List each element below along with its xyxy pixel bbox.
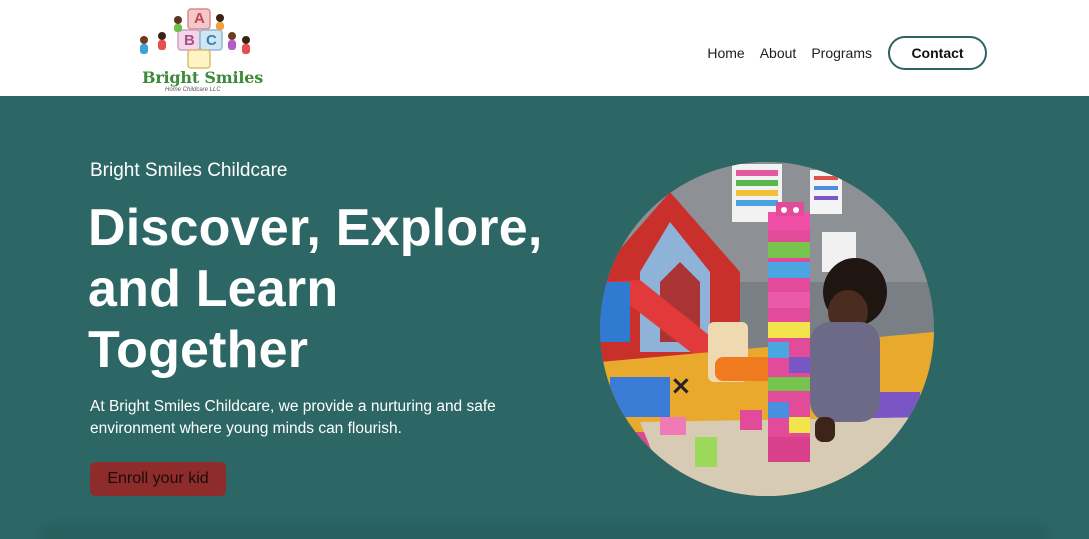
section-shadow — [40, 526, 1050, 539]
svg-text:×: × — [670, 371, 692, 401]
block-letter-b: B — [184, 32, 195, 49]
brand-logo[interactable]: A B C Bright Smiles Home Childcare LLC — [134, 6, 263, 96]
hero-headline: Discover, Explore, and Learn Together — [88, 199, 543, 379]
child-playing-blocks-image: × 8 — [600, 162, 934, 496]
hero-eyebrow: Bright Smiles Childcare — [90, 160, 288, 181]
main-nav: Home About Programs Contact — [707, 36, 987, 70]
contact-button[interactable]: Contact — [888, 36, 987, 70]
block-letter-c: C — [206, 32, 217, 49]
nav-link-programs[interactable]: Programs — [811, 45, 872, 61]
nav-link-about[interactable]: About — [760, 45, 797, 61]
hero-photo: × 8 — [600, 162, 934, 496]
hero-section: Bright Smiles Childcare Discover, Explor… — [0, 96, 1089, 539]
block-letter-a: A — [194, 10, 205, 27]
hero-description: At Bright Smiles Childcare, we provide a… — [90, 398, 496, 437]
site-header: A B C Bright Smiles Home Childcare LLC H… — [0, 0, 1089, 96]
brand-tagline: Home Childcare LLC — [165, 87, 221, 93]
brand-name: Bright Smiles — [142, 68, 264, 87]
enroll-button[interactable]: Enroll your kid — [90, 462, 226, 496]
nav-link-home[interactable]: Home — [707, 45, 744, 61]
